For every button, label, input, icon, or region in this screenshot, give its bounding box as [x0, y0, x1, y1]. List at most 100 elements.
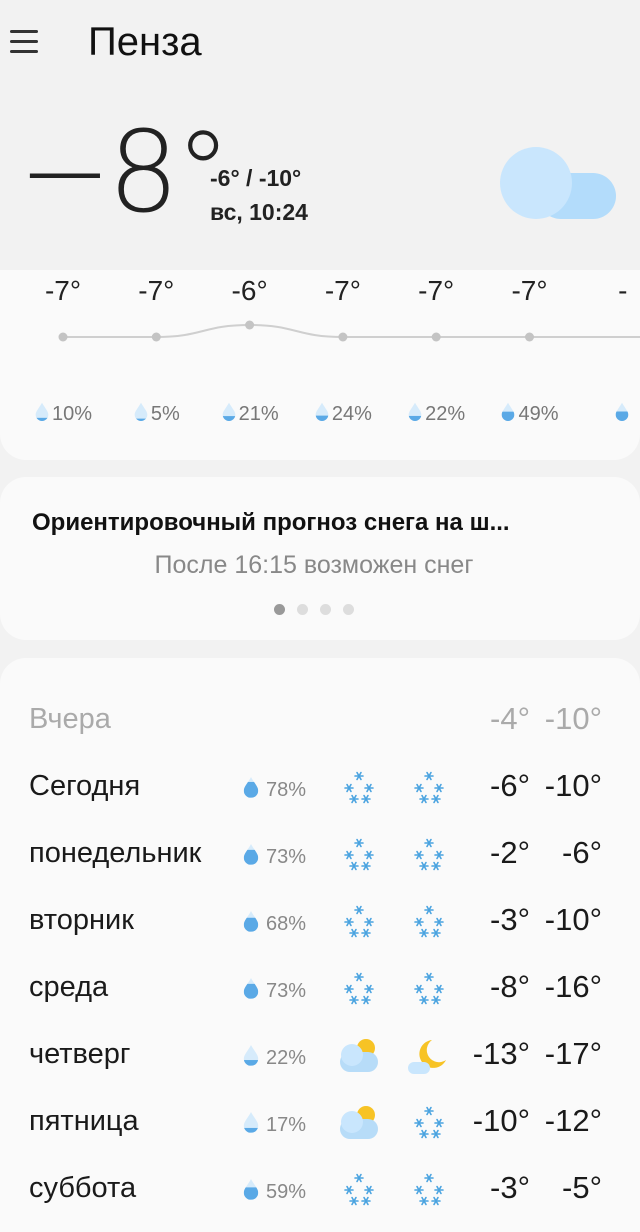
hourly-precipitation: 10% [18, 402, 108, 427]
temperature-point [151, 332, 161, 342]
low-temperature: -10° [544, 902, 602, 937]
low-temperature: -16° [544, 969, 602, 1004]
precipitation-value: 17% [266, 1113, 307, 1136]
water-drop-icon [221, 402, 237, 427]
snow-forecast-card[interactable]: Ориентировочный прогноз снега на ш... По… [0, 477, 640, 640]
current-weather: −8° -6° / -10° вс, 10:24 [0, 95, 640, 275]
high-temperature: -3° [490, 1170, 530, 1205]
temperature-point [431, 332, 441, 342]
daily-row[interactable]: вторник 68% -3° -10° [0, 896, 640, 952]
carousel-dot[interactable] [343, 604, 354, 615]
daily-temperatures: -10° -12° [473, 1103, 602, 1139]
city-name[interactable]: Пенза [88, 20, 202, 65]
hourly-precipitation: 5% [111, 402, 201, 427]
daily-forecast: Вчера -4° -10° Сегодня 78% -6° -10° понедельник… [0, 658, 640, 1232]
day-name: суббота [29, 1172, 137, 1204]
precipitation-value: 59% [266, 1180, 307, 1203]
water-drop-icon [242, 776, 260, 804]
high-low-temperature: -6° / -10° [210, 165, 302, 191]
daily-precipitation: 59% [242, 1178, 306, 1206]
water-drop-icon [614, 402, 630, 427]
hourly-temperature: -7° [138, 275, 175, 306]
day-name: четверг [29, 1038, 131, 1070]
low-temperature: -5° [562, 1170, 602, 1205]
daily-precipitation: 73% [242, 977, 306, 1005]
water-drop-icon [242, 1178, 260, 1206]
daily-precipitation: 78% [242, 776, 306, 804]
daily-row[interactable]: Сегодня 78% -6° -10° [0, 762, 640, 818]
hourly-precipitation: 24% [298, 402, 388, 427]
snow-icon [336, 967, 382, 1009]
temperature-line [62, 323, 640, 338]
precipitation-value: 73% [266, 845, 307, 868]
hourly-temperature: -7° [511, 275, 548, 306]
water-drop-icon [242, 1044, 260, 1072]
snow-icon [336, 766, 382, 808]
hourly-precipitation [578, 402, 640, 427]
day-name: вторник [29, 904, 134, 936]
day-and-time: вс, 10:24 [210, 199, 308, 225]
precipitation-value: 49% [518, 403, 559, 425]
partly-cloudy-day-icon [336, 1034, 382, 1076]
water-drop-icon [242, 1111, 260, 1139]
snow-icon [406, 1168, 452, 1210]
water-drop-icon [407, 402, 423, 427]
day-name: пятница [29, 1105, 139, 1137]
water-drop-icon [133, 402, 149, 427]
day-name: Вчера [29, 703, 111, 735]
partly-cloudy-night-icon [406, 1034, 452, 1076]
carousel-page-indicator [0, 604, 628, 615]
precipitation-value: 10% [51, 403, 93, 425]
temperature-point [58, 332, 68, 342]
hourly-temperature: - [618, 275, 628, 306]
daily-temperatures: -3° -10° [476, 902, 602, 938]
carousel-dot[interactable] [320, 604, 331, 615]
daily-row[interactable]: среда 73% -8° -16° [0, 963, 640, 1019]
partly-cloudy-day-icon [336, 1101, 382, 1143]
daily-row[interactable]: четверг 22% -13° -17° [0, 1030, 640, 1086]
snow-icon [336, 1168, 382, 1210]
snow-icon [336, 900, 382, 942]
low-temperature: -17° [544, 1036, 602, 1071]
daily-row[interactable]: суббота 59% -3° -5° [0, 1164, 640, 1220]
daily-temperatures: -6° -10° [476, 768, 602, 804]
low-temperature: -12° [544, 1103, 602, 1138]
daily-precipitation: 68% [242, 910, 306, 938]
low-temperature: -10° [544, 701, 602, 736]
temperature-point [245, 320, 255, 330]
daily-precipitation: 17% [242, 1111, 306, 1139]
precipitation-value: 68% [266, 912, 307, 935]
low-temperature: -6° [562, 835, 602, 870]
high-temperature: -3° [490, 902, 530, 937]
daily-temperatures: -13° -17° [473, 1036, 602, 1072]
current-temperature: −8° [18, 108, 231, 238]
daily-row[interactable]: Вчера -4° -10° [0, 695, 640, 751]
temperature-curve [58, 320, 640, 342]
hourly-forecast[interactable]: -7° 10% -7° 5% -6° 21% -7° 24% -7° 22% -7° 49% - [0, 270, 640, 460]
water-drop-icon [34, 402, 50, 427]
daily-row[interactable]: пятница 17% -10° -12° [0, 1097, 640, 1153]
precipitation-value: 22% [425, 403, 466, 425]
high-temperature: -4° [490, 701, 530, 736]
daily-temperatures: -3° -5° [476, 1170, 602, 1206]
day-name: понедельник [29, 837, 202, 869]
water-drop-icon [314, 402, 330, 427]
daily-temperatures: -8° -16° [476, 969, 602, 1005]
snow-card-title: Ориентировочный прогноз снега на ш... [32, 509, 510, 536]
precipitation-value: 21% [238, 403, 279, 425]
snow-icon [336, 833, 382, 875]
precipitation-value: 22% [266, 1046, 307, 1069]
app-header: Пенза [0, 0, 640, 90]
cloudy-icon [500, 147, 616, 219]
carousel-dot[interactable] [297, 604, 308, 615]
precipitation-value: 5% [150, 403, 180, 425]
hamburger-menu-icon[interactable] [8, 26, 40, 58]
temperature-point [525, 332, 534, 342]
carousel-dot[interactable] [274, 604, 285, 615]
snow-icon [406, 1101, 452, 1143]
daily-precipitation: 22% [242, 1044, 306, 1072]
daily-row[interactable]: понедельник 73% -2° -6° [0, 829, 640, 885]
hourly-temperature: -6° [231, 275, 268, 306]
snow-card-subtitle: После 16:15 возможен снег [154, 551, 474, 579]
water-drop-icon [242, 843, 260, 871]
